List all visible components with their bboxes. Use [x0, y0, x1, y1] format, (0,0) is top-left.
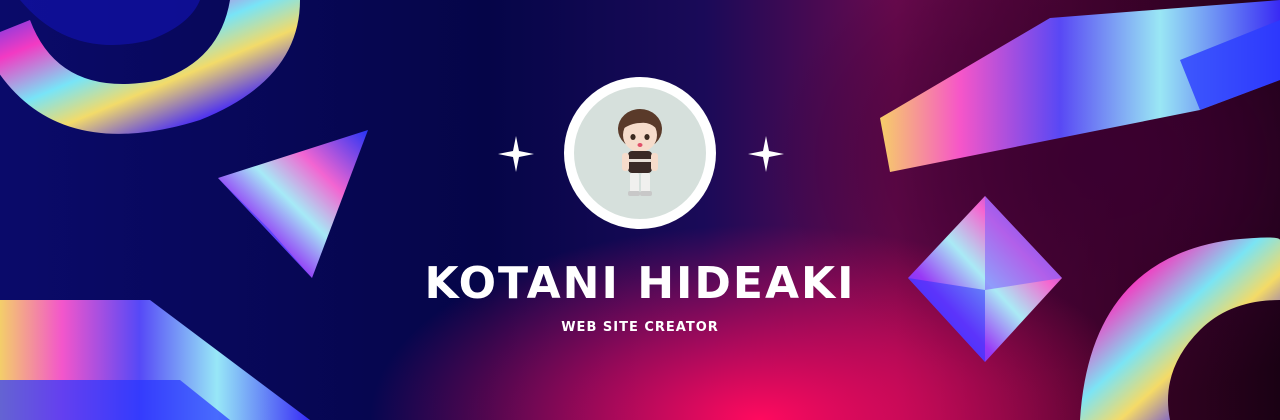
avatar-image	[574, 87, 706, 219]
avatar	[564, 77, 716, 229]
page-subtitle: WEB SITE CREATOR	[561, 320, 719, 335]
sparkle-icon	[498, 136, 534, 172]
chibi-character-icon	[574, 87, 706, 219]
pyramid-shape	[218, 130, 368, 278]
ring-shape-top-left	[0, 0, 300, 134]
slab-shape-bottom-left	[0, 300, 310, 420]
slab-shape-top-right	[880, 0, 1280, 172]
profile-banner: KOTANI HIDEAKI WEB SITE CREATOR	[0, 0, 1280, 420]
sparkle-icon	[748, 136, 784, 172]
page-title: KOTANI HIDEAKI	[424, 258, 856, 309]
